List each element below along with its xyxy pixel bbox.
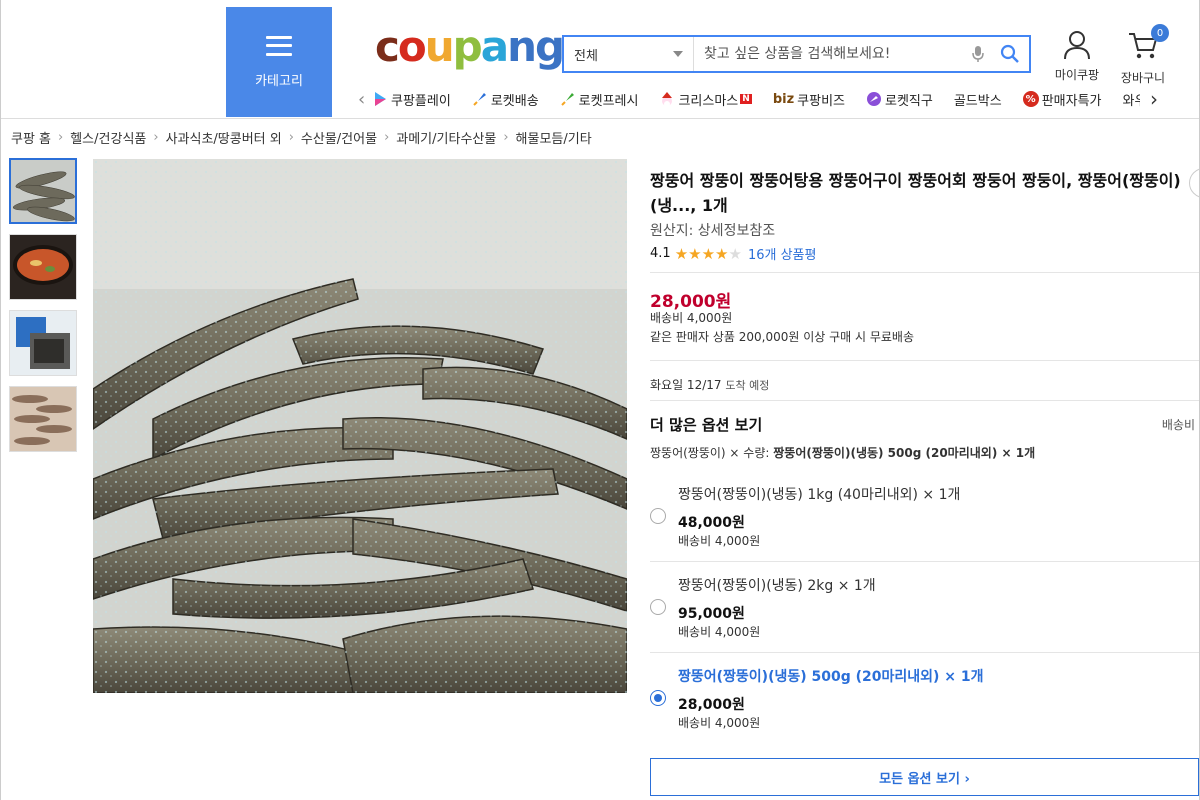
breadcrumb-item[interactable]: 과메기/기타수산물	[396, 128, 496, 147]
star-empty-icon: ★	[728, 244, 742, 263]
divider	[650, 360, 1199, 361]
option-radio[interactable]	[650, 599, 666, 615]
shortcut-rocket-fresh[interactable]: 로켓프레시	[560, 90, 639, 109]
option-name: 짱뚱어(짱뚱이)(냉동) 1kg (40마리내외) × 1개	[678, 487, 961, 503]
chevron-right-icon: ›	[153, 130, 159, 145]
rating-value: 4.1	[650, 246, 671, 261]
rocket-fresh-icon	[560, 93, 574, 106]
option-name: 짱뚱어(짱뚱이)(냉동) 500g (20마리내외) × 1개	[678, 669, 984, 685]
divider	[650, 652, 1199, 653]
thumbnail-list	[9, 158, 79, 462]
star-icon: ★	[715, 244, 729, 263]
shortcut-label: 쿠팡플레이	[391, 93, 451, 109]
breadcrumb-item[interactable]: 사과식초/땅콩버터 외	[166, 128, 282, 147]
product-rating: 4.1 ★ ★ ★ ★ ★ 16개 상품평	[650, 244, 817, 264]
thumbnail-fish-rows[interactable]	[9, 386, 77, 452]
review-count-link[interactable]: 16개 상품평	[748, 244, 817, 263]
option-price: 28,000원	[678, 697, 745, 713]
selected-option-summary: 짱뚱어(짱뚱이) × 수량: 짱뚱어(짱뚱이)(냉동) 500g (20마리내외…	[650, 444, 1035, 461]
rocket-icon	[473, 93, 486, 106]
arrival-day: 화요일 12/17	[650, 378, 722, 392]
option-shipping: 배송비 4,000원	[678, 534, 761, 548]
thumbnail-fish-pile[interactable]	[9, 158, 77, 224]
page: 카테고리 coupang 전체 마이쿠팡 0	[0, 0, 1200, 800]
star-icon: ★	[701, 244, 716, 263]
category-label: 카테고리	[255, 73, 303, 89]
selected-value: 짱뚱어(짱뚱이)(냉동) 500g (20마리내외) × 1개	[773, 446, 1036, 460]
product-info-panel: 짱뚱어 짱뚱이 짱뚱어탕용 짱뚱어구이 짱뚱어회 짱둥어 짱둥이, 짱뚱어(짱뚱…	[650, 0, 1199, 800]
shortcut-coupang-play[interactable]: 쿠팡플레이	[372, 90, 451, 109]
option-shipping: 배송비 4,000원	[678, 716, 761, 730]
thumbnail-packaged[interactable]	[9, 310, 77, 376]
breadcrumb: 쿠팡 홈 › 헬스/건강식품 › 사과식초/땅콩버터 외 › 수산물/건어물 › 과메기…	[11, 128, 592, 147]
chevron-right-icon: ›	[58, 130, 64, 145]
free-shipping-note: 같은 판매자 상품 200,000원 이상 구매 시 무료배송	[650, 330, 915, 344]
option-radio-selected[interactable]	[650, 690, 666, 706]
logo-letter: p	[452, 22, 483, 71]
product-title: 짱뚱어 짱뚱이 짱뚱어탕용 짱뚱어구이 짱뚱어회 짱둥어 짱둥이, 짱뚱어(짱뚱…	[650, 171, 1181, 215]
category-menu-button[interactable]: 카테고리	[226, 7, 332, 117]
shipping-fee: 배송비 4,000원	[650, 311, 733, 325]
thumbnail-stew[interactable]	[9, 234, 77, 300]
breadcrumb-item[interactable]: 해물모듬/기타	[516, 128, 592, 147]
logo-letter: n	[507, 22, 537, 71]
logo-letter: u	[424, 22, 455, 71]
logo-letter: a	[480, 22, 509, 71]
product-origin: 원산지: 상세정보참조	[650, 223, 776, 239]
shortcut-label: 로켓배송	[490, 93, 539, 109]
chevron-right-icon: ›	[384, 130, 390, 145]
chevron-right-icon: ›	[503, 130, 509, 145]
option-name: 짱뚱어(짱뚱이)(냉동) 2kg × 1개	[678, 578, 876, 594]
option-price: 48,000원	[678, 515, 745, 531]
option-price: 95,000원	[678, 606, 745, 622]
search-category-value: 전체	[574, 48, 598, 64]
shipping-sort-label[interactable]: 배송비	[1162, 416, 1195, 433]
divider	[650, 400, 1199, 401]
breadcrumb-item[interactable]: 쿠팡 홈	[11, 128, 51, 147]
logo-letter: c	[375, 22, 400, 71]
shortcut-rocket-delivery[interactable]: 로켓배송	[472, 90, 539, 109]
option-shipping: 배송비 4,000원	[678, 625, 761, 639]
chevron-right-icon: ›	[288, 130, 294, 145]
option-radio[interactable]	[650, 508, 666, 524]
selected-prefix: 짱뚱어(짱뚱이) × 수량:	[650, 446, 770, 460]
star-icon: ★	[688, 244, 702, 263]
more-options-heading: 더 많은 옵션 보기	[650, 416, 763, 434]
star-icon: ★	[674, 244, 689, 263]
all-options-button[interactable]: 모든 옵션 보기 ›	[650, 758, 1199, 796]
breadcrumb-item[interactable]: 헬스/건강식품	[70, 128, 146, 147]
coupang-logo[interactable]: coupang	[375, 22, 565, 72]
chevron-left-icon[interactable]: ‹	[358, 89, 372, 110]
play-icon	[375, 92, 386, 106]
breadcrumb-item[interactable]: 수산물/건어물	[301, 128, 377, 147]
divider	[650, 561, 1199, 562]
hamburger-icon	[266, 35, 292, 56]
logo-letter: o	[397, 22, 427, 71]
divider	[650, 272, 1199, 273]
product-main-image[interactable]	[93, 159, 627, 693]
shortcut-label: 로켓프레시	[578, 93, 639, 109]
logo-letter: g	[535, 22, 565, 71]
arrival-suffix: 도착 예정	[725, 379, 770, 392]
arrival-estimate: 화요일 12/17 도착 예정	[650, 376, 769, 393]
